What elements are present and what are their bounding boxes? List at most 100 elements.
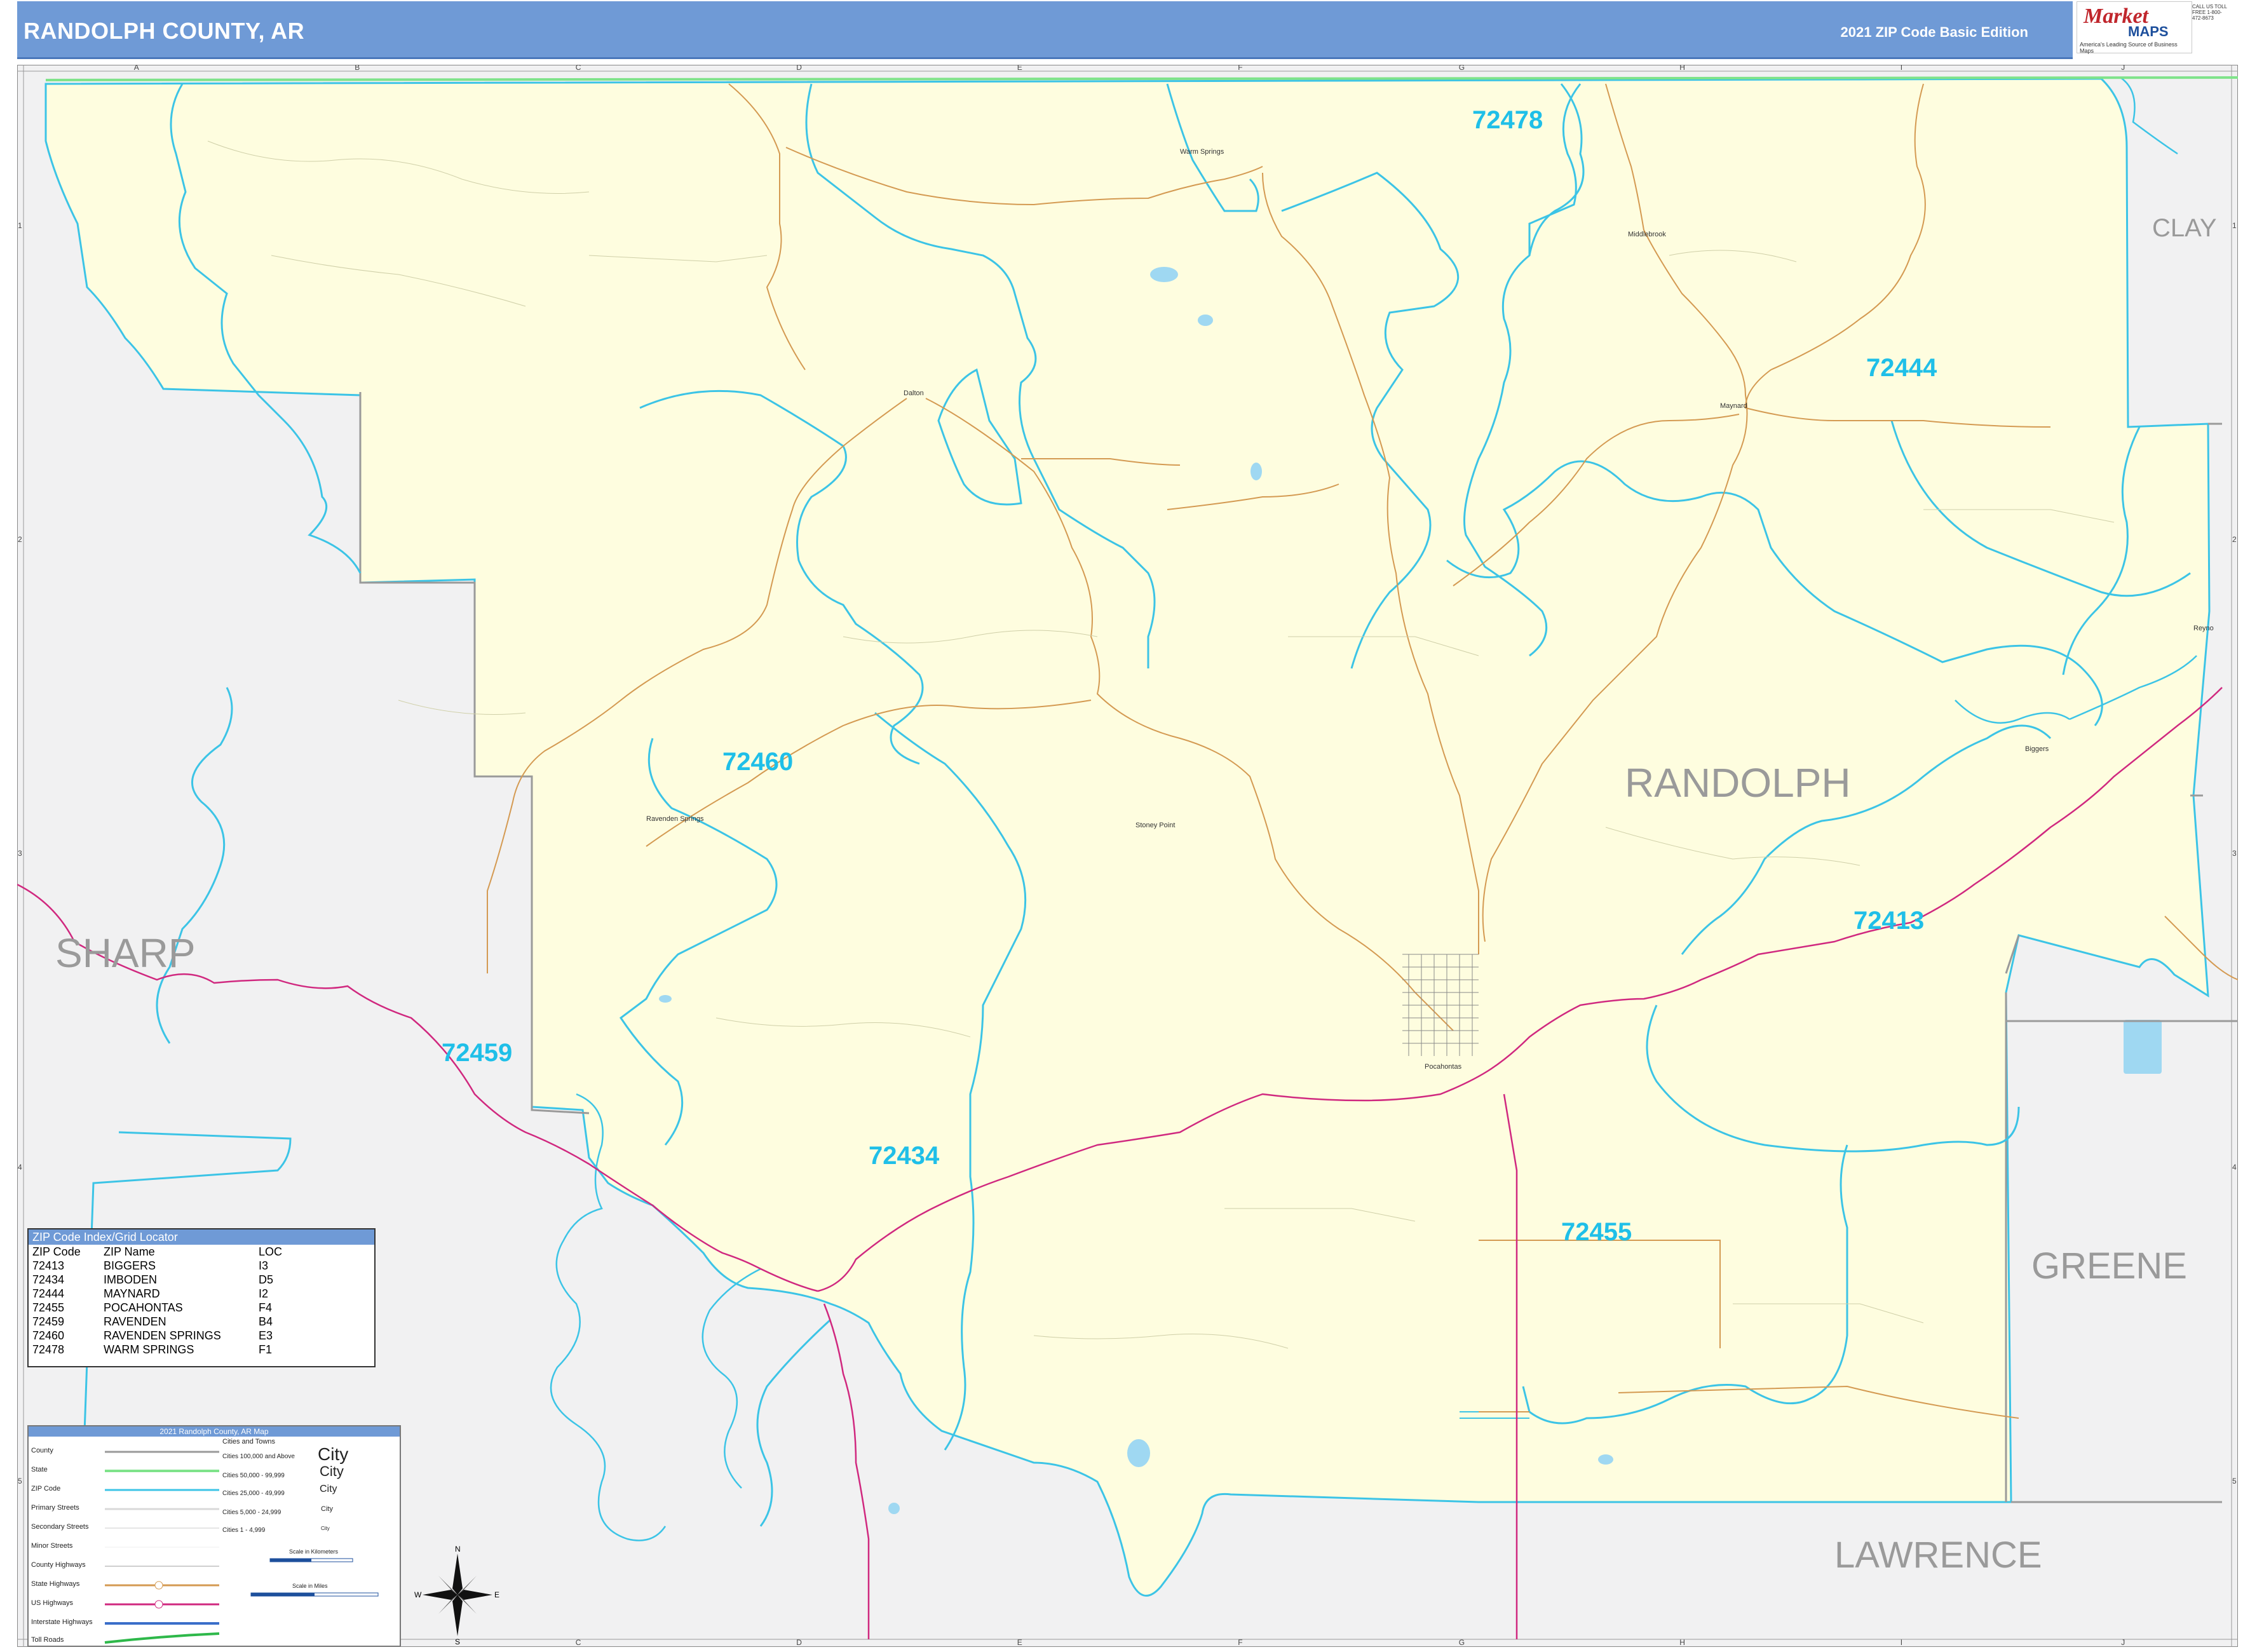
zip-label-72413: 72413: [1854, 907, 1924, 935]
loc-cell: F4: [259, 1301, 273, 1314]
zip-label-72434: 72434: [869, 1142, 940, 1170]
table-row: 72413 BIGGERS I3: [31, 1259, 283, 1273]
edition-label: 2021 ZIP Code Basic Edition: [1840, 24, 2028, 40]
zip-code-index: ZIP Code Index/Grid Locator ZIP Code ZIP…: [27, 1228, 376, 1367]
legend-city-class-4: Cities 5,000 - 24,999: [222, 1509, 281, 1516]
grid-column-label: B: [355, 65, 360, 72]
table-row: 72455 POCAHONTAS F4: [31, 1301, 283, 1315]
grid-column-label: H: [1679, 1638, 1685, 1647]
grid-row-label: 5: [2232, 1477, 2237, 1486]
grid-column-label: J: [2121, 65, 2125, 72]
grid-column-label: H: [1679, 65, 1685, 72]
place-biggers: Biggers: [2025, 745, 2049, 753]
loc-cell: I3: [259, 1259, 269, 1272]
place-middlebrook: Middlebrook: [1628, 231, 1666, 238]
grid-column-label: I: [1901, 1638, 1902, 1647]
table-row: 72434 IMBODEN D5: [31, 1273, 283, 1287]
map-canvas[interactable]: AABBCCDDEEFFGGHHIIJJ1122334455: [17, 63, 2239, 1648]
zip-cell: 72455: [32, 1301, 65, 1314]
county-label-sharp: SHARP: [55, 930, 196, 976]
logo-contact: CALL US TOLL FREE 1-800-472-8673: [2192, 4, 2227, 21]
zip-cell: 72434: [32, 1273, 65, 1286]
legend-cities-title: Cities and Towns: [222, 1438, 275, 1446]
name-cell: WARM SPRINGS: [104, 1343, 194, 1356]
grid-column-label: D: [796, 65, 802, 72]
map-frame[interactable]: AABBCCDDEEFFGGHHIIJJ1122334455: [17, 63, 2239, 1648]
grid-column-label: E: [1017, 1638, 1022, 1647]
grid-row-label: 2: [18, 535, 22, 544]
legend-city-sample-3: City: [320, 1484, 337, 1494]
loc-cell: D5: [259, 1273, 274, 1286]
title-bar: RANDOLPH COUNTY, AR 2021 ZIP Code Basic …: [17, 1, 2073, 59]
grid-column-label: D: [796, 1638, 802, 1647]
zip-cell: 72444: [32, 1287, 65, 1300]
loc-cell: E3: [259, 1329, 273, 1342]
zip-cell: 72478: [32, 1343, 65, 1356]
table-row: 72460 RAVENDEN SPRINGS E3: [31, 1329, 283, 1343]
table-row: 72478 WARM SPRINGS F1: [31, 1343, 283, 1357]
grid-column-label: G: [1459, 1638, 1465, 1647]
compass-e: E: [494, 1590, 499, 1599]
zip-label-72478: 72478: [1472, 106, 1543, 134]
compass-rose-icon: N S E W: [414, 1545, 499, 1646]
place-warm-springs: Warm Springs: [1180, 148, 1224, 156]
grid-row-label: 3: [18, 849, 22, 858]
zip-label-72455: 72455: [1561, 1218, 1632, 1246]
place-stoney-point: Stoney Point: [1135, 822, 1175, 829]
zip-cell: 72460: [32, 1329, 65, 1342]
grid-row-label: 3: [2232, 849, 2237, 858]
name-cell: RAVENDEN SPRINGS: [104, 1329, 221, 1342]
place-reyno: Reyno: [2193, 625, 2214, 632]
grid-column-label: G: [1459, 65, 1465, 72]
grid-row-label: 5: [18, 1477, 22, 1486]
grid-column-label: F: [1238, 65, 1242, 72]
name-cell: BIGGERS: [104, 1259, 156, 1272]
zip-cell: 72459: [32, 1315, 65, 1328]
grid-row-label: 4: [2232, 1163, 2237, 1172]
map-legend: 2021 Randolph County, AR Map County Stat…: [27, 1425, 401, 1647]
logo-tagline: America's Leading Source of Business Map…: [2080, 41, 2178, 54]
name-cell: RAVENDEN: [104, 1315, 166, 1328]
county-label-randolph: RANDOLPH: [1625, 760, 1851, 806]
name-cell: IMBODEN: [104, 1273, 158, 1286]
grid-column-label: J: [2121, 1638, 2125, 1647]
grid-column-label: C: [576, 1638, 581, 1647]
place-maynard: Maynard: [1720, 402, 1747, 410]
zip-label-72459: 72459: [442, 1039, 512, 1067]
zip-cell: 72413: [32, 1259, 65, 1272]
grid-column-label: C: [576, 65, 581, 72]
place-dalton: Dalton: [904, 389, 924, 397]
loc-cell: B4: [259, 1315, 273, 1328]
place-ravenden-springs: Ravenden Springs: [646, 815, 704, 823]
legend-city-sample-5: City: [321, 1526, 330, 1531]
loc-cell: I2: [259, 1287, 269, 1300]
legend-city-sample-2: City: [320, 1463, 344, 1479]
compass-w: W: [414, 1590, 422, 1599]
zip-label-72444: 72444: [1866, 354, 1937, 382]
county-label-clay: CLAY: [2152, 214, 2217, 242]
name-cell: POCAHONTAS: [104, 1301, 183, 1314]
grid-column-label: F: [1238, 1638, 1242, 1647]
grid-row-label: 1: [2232, 221, 2237, 230]
logo-brand-bottom: MAPS: [2128, 24, 2169, 39]
legend-city-class-1: Cities 100,000 and Above: [222, 1453, 295, 1460]
loc-cell: F1: [259, 1343, 273, 1356]
compass-n: N: [455, 1545, 461, 1554]
legend-scale-mi: Scale in Miles: [292, 1583, 328, 1589]
zip-index-col-zip: ZIP Code: [32, 1245, 81, 1258]
market-maps-logo[interactable]: Market MAPS America's Leading Source of …: [2077, 1, 2192, 54]
grid-row-label: 1: [18, 221, 22, 230]
compass-s: S: [455, 1637, 460, 1646]
grid-column-label: I: [1901, 65, 1902, 72]
grid-column-label: A: [134, 65, 139, 72]
zip-index-col-name: ZIP Name: [104, 1245, 155, 1258]
zip-index-table: ZIP Code ZIP Name LOC 72413 BIGGERS I3 724…: [31, 1245, 283, 1357]
county-label-greene: GREENE: [2031, 1245, 2187, 1287]
legend-city-sample-4: City: [321, 1505, 333, 1513]
zip-index-header-row: ZIP Code ZIP Name LOC: [31, 1245, 283, 1259]
legend-city-sample-1: City: [318, 1444, 349, 1464]
zip-index-col-loc: LOC: [259, 1245, 283, 1258]
legend-scale-km: Scale in Kilometers: [289, 1548, 339, 1555]
grid-column-label: E: [1017, 65, 1022, 72]
grid-row-label: 4: [18, 1163, 22, 1172]
